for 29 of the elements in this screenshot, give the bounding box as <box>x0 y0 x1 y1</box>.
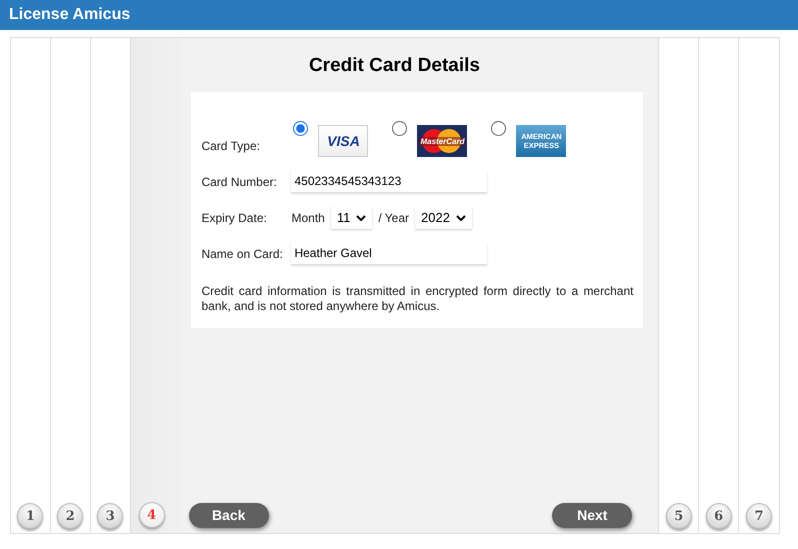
field-label: Card Type: <box>201 139 261 153</box>
window-title: License Amicus <box>9 6 130 24</box>
card-logo: MasterCard <box>417 125 468 157</box>
field-label: Expiry Date: <box>201 210 268 224</box>
field-label: Card Number: <box>201 174 278 188</box>
chevron-down-icon <box>456 214 466 220</box>
card-logo: VISA <box>318 125 368 157</box>
chevron-down-icon <box>356 214 366 220</box>
security-note: Credit card information is transmitted in encrypted form directly to a merchant bank, and is not stored anywhere by Amicus. <box>201 284 634 314</box>
name-field[interactable]: Heather Gavel <box>291 242 488 265</box>
month-dropdown[interactable]: 11 <box>330 206 372 229</box>
card-number-field[interactable]: 4502334545343123 <box>291 170 488 193</box>
back-button[interactable]: Back <box>188 502 269 528</box>
field-label: Name on Card: <box>201 246 284 260</box>
month-label: Month <box>291 210 325 224</box>
year-dropdown[interactable]: 2022 <box>415 206 472 229</box>
step-button[interactable]: 5 <box>666 503 692 529</box>
radio-button[interactable] <box>491 121 506 136</box>
form-heading: Credit Card Details <box>308 55 480 77</box>
step-button[interactable]: 7 <box>746 503 772 529</box>
step-button[interactable]: 2 <box>57 503 84 529</box>
radio-button[interactable] <box>392 121 408 136</box>
next-button[interactable]: Next <box>552 502 632 528</box>
step-button[interactable]: 6 <box>706 503 732 529</box>
step-button[interactable]: 4 <box>138 502 165 528</box>
step-button[interactable]: 3 <box>97 503 124 529</box>
year-label: / Year <box>378 210 410 224</box>
radio-button[interactable] <box>293 121 308 136</box>
step-button[interactable]: 1 <box>17 503 44 529</box>
